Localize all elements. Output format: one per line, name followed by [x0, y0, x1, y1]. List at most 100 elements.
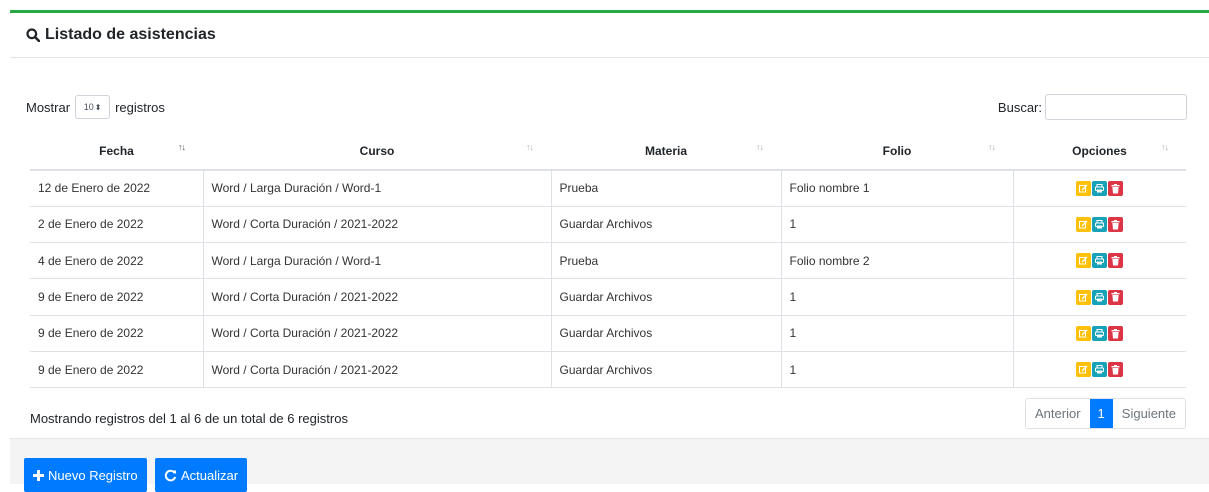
- edit-button[interactable]: [1076, 326, 1092, 341]
- cell-folio: Folio nombre 1: [781, 170, 1014, 207]
- cell-curso: Word / Larga Duración / Word-1: [203, 242, 552, 280]
- trash-icon: [1111, 255, 1120, 266]
- prev-page-button[interactable]: Anterior: [1026, 399, 1090, 428]
- cell-opciones: [1013, 351, 1186, 389]
- cell-materia: Guardar Archivos: [551, 351, 782, 389]
- page-title: Listado de asistencias: [26, 26, 216, 44]
- print-icon: [1095, 184, 1105, 193]
- cell-folio: 1: [781, 278, 1014, 316]
- search-label: Buscar:: [997, 99, 1042, 115]
- show-label: Mostrar: [26, 99, 71, 115]
- cell-fecha: 9 de Enero de 2022: [30, 278, 204, 316]
- edit-button[interactable]: [1076, 289, 1092, 305]
- pagination: Anterior 1 Siguiente: [1025, 398, 1186, 429]
- cell-opciones: [1013, 170, 1186, 207]
- cell-fecha: 4 de Enero de 2022: [30, 242, 204, 280]
- table-row: 2 de Enero de 2022 Word / Corta Duración …: [30, 206, 1186, 244]
- delete-button[interactable]: [1108, 181, 1124, 197]
- page-length-value: 10: [83, 102, 94, 112]
- search-icon: [26, 28, 40, 42]
- card-footer: Nuevo Registro Actualizar: [10, 438, 1209, 492]
- edit-button[interactable]: [1076, 181, 1092, 197]
- sort-icon: ↑↓: [178, 142, 186, 152]
- cell-curso: Word / Corta Duración / 2021-2022: [203, 351, 552, 389]
- cell-folio: 1: [781, 315, 1014, 352]
- refresh-icon: [164, 469, 177, 481]
- new-record-label: Nuevo Registro: [48, 467, 138, 483]
- column-header-materia[interactable]: Materia ↑↓: [551, 133, 781, 171]
- column-header-folio[interactable]: Folio ↑↓: [781, 133, 1013, 171]
- print-icon: [1095, 256, 1105, 265]
- edit-button[interactable]: [1076, 253, 1092, 269]
- table-controls: Mostrar 10 ⬍ registros Buscar:: [26, 93, 1187, 121]
- search-box: Buscar:: [998, 94, 1187, 120]
- table-info: Mostrando registros del 1 al 6 de un tot…: [30, 411, 348, 426]
- cell-folio: 1: [781, 206, 1014, 244]
- cell-materia: Prueba: [551, 170, 782, 207]
- delete-button[interactable]: [1108, 253, 1124, 269]
- delete-button[interactable]: [1108, 362, 1124, 378]
- cell-curso: Word / Corta Duración / 2021-2022: [203, 206, 552, 244]
- print-button[interactable]: [1092, 181, 1108, 197]
- print-button[interactable]: [1092, 217, 1108, 233]
- edit-icon: [1079, 256, 1088, 265]
- cell-fecha: 2 de Enero de 2022: [30, 206, 204, 244]
- cell-fecha: 9 de Enero de 2022: [30, 351, 204, 389]
- trash-icon: [1111, 219, 1120, 230]
- trash-icon: [1111, 328, 1120, 338]
- cell-opciones: [1013, 206, 1186, 244]
- new-record-button[interactable]: Nuevo Registro: [24, 458, 147, 492]
- table-row: 9 de Enero de 2022 Word / Corta Duración …: [30, 351, 1186, 389]
- print-button[interactable]: [1092, 362, 1108, 378]
- column-header-fecha[interactable]: Fecha ↑↓: [30, 133, 203, 171]
- edit-icon: [1079, 365, 1088, 374]
- records-label: registros: [115, 99, 165, 115]
- print-icon: [1095, 365, 1105, 374]
- edit-button[interactable]: [1076, 362, 1092, 378]
- sort-icon: ↑↓: [988, 142, 996, 152]
- select-arrows-icon: ⬍: [94, 102, 102, 112]
- cell-folio: Folio nombre 2: [781, 242, 1014, 280]
- print-button[interactable]: [1092, 289, 1108, 305]
- table-row: 12 de Enero de 2022 Word / Larga Duración…: [30, 170, 1186, 207]
- cell-folio: 1: [781, 351, 1014, 389]
- sort-icon: ↑↓: [756, 142, 764, 152]
- cell-curso: Word / Corta Duración / 2021-2022: [203, 315, 552, 352]
- sort-icon: ↑↓: [1161, 142, 1169, 152]
- page-length: Mostrar 10 ⬍ registros: [26, 95, 165, 119]
- next-page-button[interactable]: Siguiente: [1113, 399, 1185, 428]
- print-button[interactable]: [1092, 253, 1108, 269]
- trash-icon: [1111, 183, 1120, 194]
- edit-icon: [1079, 329, 1088, 338]
- cell-materia: Prueba: [551, 242, 782, 280]
- edit-icon: [1079, 293, 1088, 302]
- page-length-select[interactable]: 10 ⬍: [75, 95, 111, 119]
- print-icon: [1095, 220, 1105, 229]
- column-header-opciones[interactable]: Opciones ↑↓: [1013, 133, 1186, 171]
- page-title-text: Listado de asistencias: [45, 26, 216, 43]
- page-1-button[interactable]: 1: [1089, 399, 1113, 428]
- edit-button[interactable]: [1076, 217, 1092, 233]
- search-input[interactable]: [1045, 94, 1187, 120]
- cell-curso: Word / Larga Duración / Word-1: [203, 170, 552, 207]
- table-row: 9 de Enero de 2022 Word / Corta Duración …: [30, 315, 1186, 352]
- cell-opciones: [1013, 315, 1186, 352]
- refresh-button[interactable]: Actualizar: [155, 458, 248, 492]
- delete-button[interactable]: [1108, 326, 1124, 341]
- column-header-curso[interactable]: Curso ↑↓: [203, 133, 551, 171]
- cell-opciones: [1013, 242, 1186, 280]
- trash-icon: [1111, 292, 1120, 302]
- cell-materia: Guardar Archivos: [551, 206, 782, 244]
- cell-fecha: 12 de Enero de 2022: [30, 170, 204, 207]
- trash-icon: [1111, 364, 1120, 375]
- cell-curso: Word / Corta Duración / 2021-2022: [203, 278, 552, 316]
- delete-button[interactable]: [1108, 289, 1124, 305]
- cell-opciones: [1013, 278, 1186, 316]
- print-icon: [1095, 329, 1105, 338]
- attendance-card: Listado de asistencias Mostrar 10 ⬍ regi…: [10, 10, 1209, 492]
- sort-icon: ↑↓: [526, 142, 534, 152]
- card-header: Listado de asistencias: [10, 13, 1209, 58]
- delete-button[interactable]: [1108, 217, 1124, 233]
- print-button[interactable]: [1092, 326, 1108, 341]
- cell-materia: Guardar Archivos: [551, 278, 782, 316]
